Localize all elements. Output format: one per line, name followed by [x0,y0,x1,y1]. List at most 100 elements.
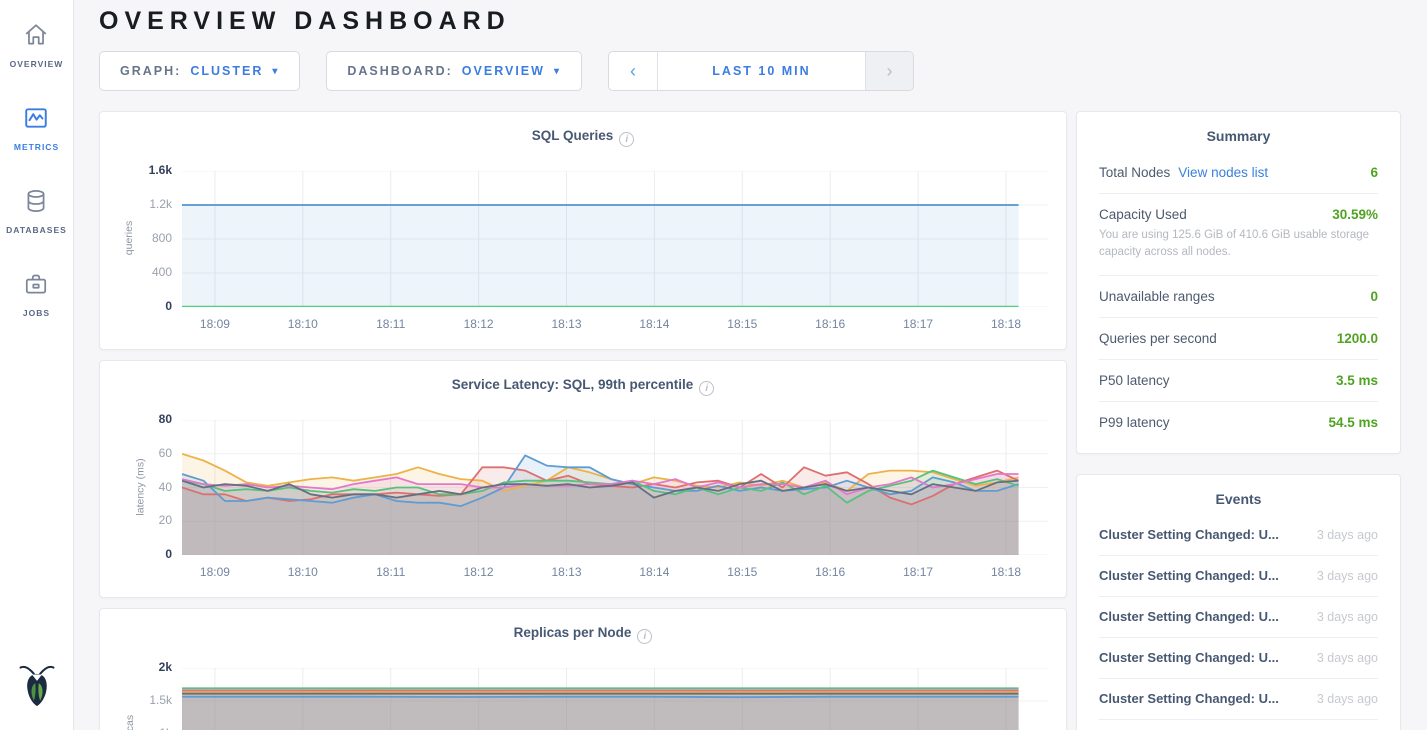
x-tick-label: 18:09 [185,317,245,331]
chart-canvas[interactable] [182,171,1048,307]
y-axis-label: latency (ms) [135,458,147,515]
charts-column: SQL Queriesi 04008001.2k1.6kqueries18:09… [99,111,1067,730]
event-name: Cluster Setting Changed: U... [1099,650,1279,665]
events-title: Events [1099,491,1378,507]
chart-title-service-latency: Service Latency: SQL, 99th percentile i [118,377,1048,396]
event-time: 3 days ago [1305,651,1378,665]
x-tick-label: 18:10 [273,565,333,579]
y-tick-label: 1k [159,726,172,730]
databases-icon [23,188,49,219]
event-time: 3 days ago [1305,692,1378,706]
chart-canvas[interactable] [182,668,1048,730]
chart-plot-replicas-per-node[interactable]: 05001k1.5k2kreplicas18:0918:1018:1118:12… [118,668,1048,730]
y-axis-label: replicas [124,715,136,730]
summary-row: P50 latency3.5 ms [1099,359,1378,401]
y-tick-label: 0 [165,547,172,561]
x-tick-label: 18:17 [888,565,948,579]
chart-title-text: SQL Queries [532,128,614,143]
x-tick-label: 18:12 [449,565,509,579]
jobs-icon [23,271,49,302]
chart-plot-sql-queries[interactable]: 04008001.2k1.6kqueries18:0918:1018:1118:… [118,171,1048,335]
summary-row-label: P99 latency [1099,415,1170,430]
x-tick-label: 18:18 [976,317,1036,331]
x-tick-label: 18:10 [273,317,333,331]
y-tick-label: 1.5k [149,693,172,707]
sidebar-item-overview[interactable]: OVERVIEW [6,18,67,83]
chart-canvas[interactable] [182,420,1048,555]
y-tick-label: 40 [159,480,172,494]
chart-plot-service-latency[interactable]: 020406080latency (ms)18:0918:1018:1118:1… [118,420,1048,583]
events-panel: Events Cluster Setting Changed: U... 3 da… [1076,474,1401,730]
chart-title-text: Replicas per Node [514,625,632,640]
dashboard-dropdown[interactable]: DASHBOARD: OVERVIEW ▾ [326,51,582,91]
x-tick-label: 18:11 [361,317,421,331]
event-row[interactable]: Cluster Setting Changed: U... 3 days ago [1099,637,1378,678]
right-column: Summary Total NodesView nodes list6Capac… [1076,111,1401,730]
summary-row-label: Queries per second [1099,331,1217,346]
summary-row: Total NodesView nodes list6 [1099,152,1378,193]
sidebar-item-databases[interactable]: DATABASES [6,184,67,249]
summary-row-value: 0 [1370,289,1378,304]
cockroach-logo[interactable] [15,661,59,714]
chevron-down-icon: ▾ [272,66,279,77]
x-axis: 18:0918:1018:1118:1218:1318:1418:1518:16… [182,561,1048,583]
summary-panel: Summary Total NodesView nodes list6Capac… [1076,111,1401,454]
y-axis-label: queries [123,221,135,255]
sidebar-item-label: JOBS [23,308,50,318]
sidebar-item-jobs[interactable]: JOBS [6,267,67,332]
chart-panel-sql-queries: SQL Queriesi 04008001.2k1.6kqueries18:09… [99,111,1067,350]
y-tick-label: 1.2k [149,197,172,211]
summary-row: Unavailable ranges0 [1099,275,1378,317]
y-tick-label: 400 [152,265,172,279]
chart-panel-service-latency: Service Latency: SQL, 99th percentile i 0… [99,360,1067,598]
chevron-down-icon: ▾ [554,66,561,77]
event-row[interactable]: Cluster Setting Changed: U...3 days ago [1099,719,1378,730]
summary-row: Capacity Used30.59%You are using 125.6 G… [1099,193,1378,275]
x-tick-label: 18:09 [185,565,245,579]
x-tick-label: 18:18 [976,565,1036,579]
main-content: OVERVIEW DASHBOARD GRAPH: CLUSTER ▾ DASH… [74,0,1427,730]
sidebar: OVERVIEW METRICS DATABASES JOBS [0,0,74,730]
y-tick-label: 60 [159,446,172,460]
summary-title: Summary [1099,128,1378,144]
sidebar-item-label: OVERVIEW [10,59,64,69]
chart-title-text: Service Latency: SQL, 99th percentile [452,377,694,392]
view-nodes-link[interactable]: View nodes list [1178,165,1268,180]
summary-row-value: 54.5 ms [1328,415,1378,430]
y-tick-label: 20 [159,513,172,527]
time-range-value[interactable]: LAST 10 MIN [657,52,865,90]
x-tick-label: 18:15 [712,317,772,331]
event-name: Cluster Setting Changed: U... [1099,568,1279,583]
x-tick-label: 18:14 [624,565,684,579]
event-name: Cluster Setting Changed: U... [1099,691,1279,706]
dashboard-dropdown-value: OVERVIEW [462,64,545,78]
x-tick-label: 18:11 [361,565,421,579]
summary-row: P99 latency 54.5 ms [1099,401,1378,443]
event-time: 3 days ago [1305,528,1378,542]
cockroach-bug-icon [15,661,59,709]
event-name: Cluster Setting Changed: U... [1099,527,1279,542]
metrics-icon [23,105,49,136]
chart-title-replicas-per-node: Replicas per Node i [118,625,1048,644]
controls-row: GRAPH: CLUSTER ▾ DASHBOARD: OVERVIEW ▾ ‹… [99,51,1402,91]
time-prev-button[interactable]: ‹ [609,52,657,90]
graph-dropdown[interactable]: GRAPH: CLUSTER ▾ [99,51,300,91]
info-icon[interactable]: i [619,132,634,147]
sidebar-item-metrics[interactable]: METRICS [6,101,67,166]
sidebar-item-label: DATABASES [6,225,67,235]
x-tick-label: 18:15 [712,565,772,579]
summary-row: Queries per second1200.0 [1099,317,1378,359]
y-tick-label: 1.6k [149,163,172,177]
event-row[interactable]: Cluster Setting Changed: U...3 days ago [1099,555,1378,596]
event-row[interactable]: Cluster Setting Changed: U... 3 days ago [1099,515,1378,555]
event-row[interactable]: Cluster Setting Changed: U...3 days ago [1099,596,1378,637]
y-tick-label: 0 [165,299,172,313]
info-icon[interactable]: i [699,381,714,396]
event-row[interactable]: Cluster Setting Changed: U... 3 days ago [1099,678,1378,719]
chart-title-sql-queries: SQL Queries i [118,128,1048,147]
x-tick-label: 18:14 [624,317,684,331]
time-next-button[interactable]: › [865,52,913,90]
y-tick-label: 2k [159,660,172,674]
info-icon[interactable]: i [637,629,652,644]
summary-row-value: 30.59% [1332,207,1378,222]
